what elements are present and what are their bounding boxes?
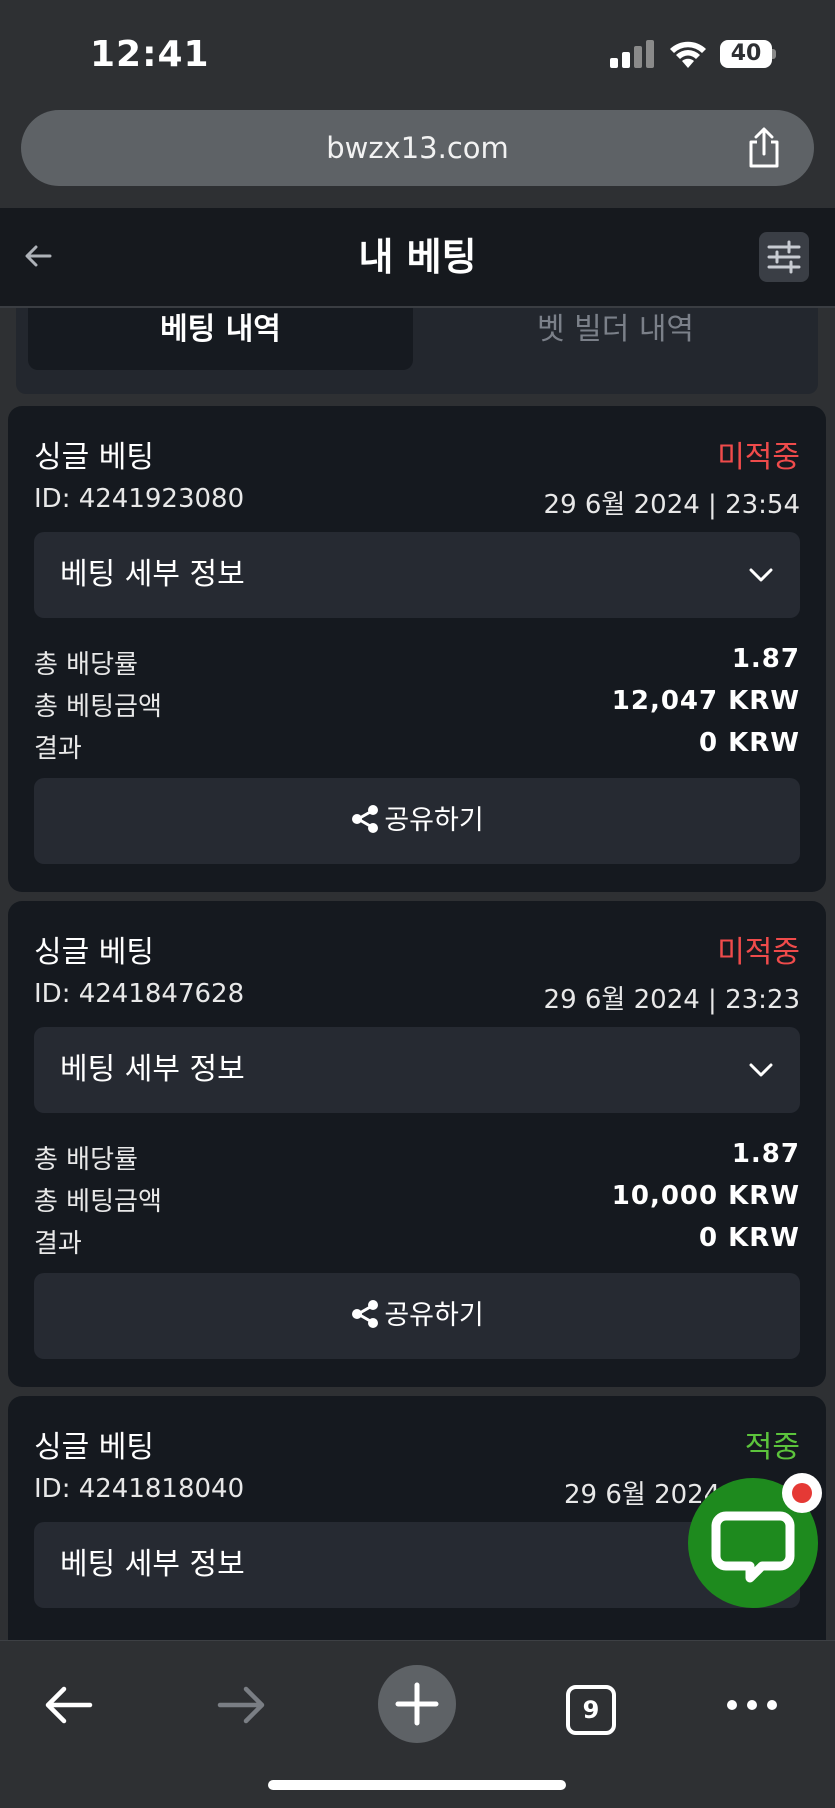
bet-status: 미적중 — [717, 440, 800, 475]
odds-label: 총 배당률 — [34, 1145, 138, 1175]
odds-value: 1.87 — [731, 1139, 800, 1169]
result-value: 0 KRW — [699, 1223, 800, 1253]
share-label: 공유하기 — [384, 805, 484, 836]
bet-type: 싱글 베팅 — [34, 1430, 154, 1465]
battery-icon: 40 — [720, 40, 776, 68]
bet-details-label: 베팅 세부 정보 — [60, 1052, 245, 1087]
bet-status: 미적중 — [717, 935, 800, 970]
bet-id: ID: 4241818040 — [34, 1474, 245, 1504]
stake-row: 총 베팅금액 12,047 KRW — [34, 686, 800, 726]
cellular-signal-icon — [610, 40, 654, 68]
share-nodes-icon — [352, 804, 379, 833]
bet-type: 싱글 베팅 — [34, 935, 154, 970]
address-bar[interactable]: bwzx13.com — [21, 110, 814, 186]
odds-label: 총 배당률 — [34, 650, 138, 680]
wifi-icon — [670, 41, 706, 68]
bet-card: 싱글 베팅 미적중 ID: 4241847628 29 6월 2024 | 23… — [8, 901, 826, 1387]
chevron-down-icon — [749, 1063, 773, 1077]
share-label: 공유하기 — [384, 1300, 484, 1331]
share-button[interactable]: 공유하기 — [34, 1273, 800, 1359]
result-value: 0 KRW — [699, 728, 800, 758]
status-time: 12:41 — [90, 34, 210, 75]
sliders-icon — [767, 240, 801, 274]
app-header: 내 베팅 — [0, 208, 835, 308]
stake-value: 10,000 KRW — [611, 1181, 800, 1211]
new-tab-button[interactable] — [378, 1665, 456, 1743]
stake-value: 12,047 KRW — [611, 686, 800, 716]
status-bar: 12:41 40 — [0, 0, 835, 108]
bet-id: ID: 4241923080 — [34, 484, 245, 514]
odds-row: 총 배당률 1.87 — [34, 644, 800, 684]
result-row: 결과 0 KRW — [34, 728, 800, 768]
bet-details-toggle[interactable]: 베팅 세부 정보 — [34, 1027, 800, 1113]
bet-card: 싱글 베팅 미적중 ID: 4241923080 29 6월 2024 | 23… — [8, 406, 826, 892]
filter-button[interactable] — [759, 232, 809, 282]
bet-details-label: 베팅 세부 정보 — [60, 1547, 245, 1582]
browser-forward-icon[interactable] — [212, 1675, 272, 1735]
notification-badge — [782, 1473, 822, 1513]
more-options-icon[interactable] — [722, 1675, 782, 1735]
bet-date: 29 6월 2024 | 23:23 — [543, 985, 800, 1015]
bet-id: ID: 4241847628 — [34, 979, 245, 1009]
result-label: 결과 — [34, 734, 82, 764]
bet-details-toggle[interactable]: 베팅 세부 정보 — [34, 532, 800, 618]
bet-details-label: 베팅 세부 정보 — [60, 557, 245, 592]
result-label: 결과 — [34, 1229, 82, 1259]
share-icon[interactable] — [744, 126, 784, 170]
notification-dot — [792, 1483, 812, 1503]
bet-details-toggle[interactable]: 베팅 세부 정보 — [34, 1522, 800, 1608]
plus-icon — [395, 1682, 439, 1726]
bet-status: 적중 — [744, 1430, 800, 1465]
stake-label: 총 베팅금액 — [34, 1187, 162, 1217]
stake-label: 총 베팅금액 — [34, 692, 162, 722]
share-button[interactable]: 공유하기 — [34, 778, 800, 864]
tabs-button[interactable]: 9 — [566, 1685, 616, 1735]
browser-back-icon[interactable] — [38, 1675, 98, 1735]
chevron-down-icon — [749, 568, 773, 582]
result-row: 결과 0 KRW — [34, 1223, 800, 1263]
battery-level: 40 — [730, 41, 762, 66]
bet-date: 29 6월 2024 | 23:54 — [543, 490, 800, 520]
bet-type: 싱글 베팅 — [34, 440, 154, 475]
url-text[interactable]: bwzx13.com — [21, 110, 814, 186]
odds-row: 총 배당률 1.87 — [34, 1139, 800, 1179]
odds-value: 1.87 — [731, 644, 800, 674]
share-nodes-icon — [352, 1299, 379, 1328]
tabs-container: 베팅 내역 벳 빌더 내역 — [0, 308, 835, 400]
tab-bet-builder-history[interactable]: 벳 빌더 내역 — [413, 308, 818, 370]
page-title: 내 베팅 — [358, 235, 477, 279]
stake-row: 총 베팅금액 10,000 KRW — [34, 1181, 800, 1221]
home-indicator — [268, 1780, 566, 1790]
tab-bar: 베팅 내역 벳 빌더 내역 — [16, 308, 818, 394]
tab-bet-history[interactable]: 베팅 내역 — [28, 308, 413, 370]
